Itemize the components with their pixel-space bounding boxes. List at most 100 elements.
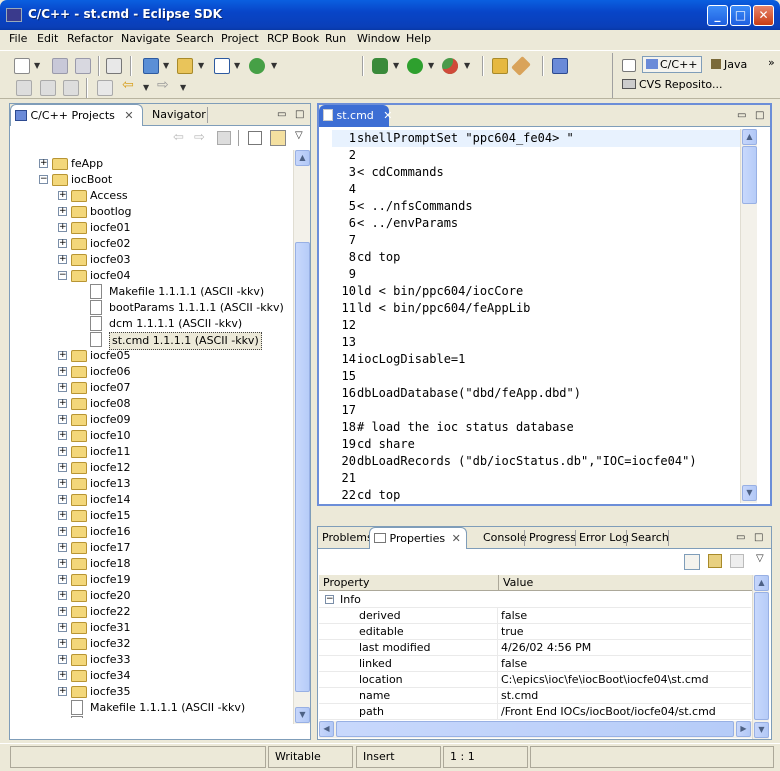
scroll-right-button[interactable]: ▶ (736, 721, 751, 737)
last-edit-icon[interactable] (63, 80, 79, 96)
tree-folder-item[interactable]: − iocfe04 (11, 268, 293, 284)
menu-edit[interactable]: Edit (37, 32, 58, 45)
expand-icon[interactable]: + (58, 591, 67, 600)
tab-navigator[interactable]: Navigator (148, 104, 210, 126)
group-info[interactable]: − Info (319, 592, 751, 608)
scroll-down-button[interactable]: ▼ (754, 722, 769, 738)
scroll-left-button[interactable]: ◀ (319, 721, 334, 737)
properties-horizontal-scrollbar[interactable]: ◀ ▶ (319, 721, 752, 738)
tree-folder-item[interactable]: + Access (11, 188, 293, 204)
new-icon[interactable] (14, 58, 30, 74)
menu-navigate[interactable]: Navigate (121, 32, 170, 45)
binary-icon[interactable] (106, 58, 122, 74)
open-perspective-icon[interactable] (622, 59, 636, 72)
tree-folder-item[interactable]: + iocfe11 (11, 444, 293, 460)
expand-icon[interactable]: + (58, 191, 67, 200)
scroll-up-button[interactable]: ▲ (295, 150, 310, 166)
tree-folder-item[interactable]: + iocfe17 (11, 540, 293, 556)
expand-icon[interactable]: + (58, 463, 67, 472)
tab-progress[interactable]: Progress (525, 527, 580, 549)
tree-folder-item[interactable]: + feApp (11, 156, 293, 172)
next-annotation-icon[interactable] (40, 80, 56, 96)
print-icon[interactable] (75, 58, 91, 74)
tree-folder-item[interactable]: + iocfe34 (11, 668, 293, 684)
column-property[interactable]: Property (319, 575, 499, 591)
minimize-view-icon[interactable]: ▭ (277, 109, 286, 120)
collapse-icon[interactable]: − (325, 595, 334, 604)
menu-file[interactable]: File (9, 32, 27, 45)
dropdown-icon[interactable]: ▼ (271, 61, 277, 70)
collapse-all-icon[interactable] (248, 131, 262, 145)
tab-error-log[interactable]: Error Log (575, 527, 633, 549)
show-advanced-icon[interactable] (708, 554, 722, 568)
expand-icon[interactable]: + (58, 527, 67, 536)
expand-icon[interactable]: + (58, 223, 67, 232)
property-row[interactable]: linked false (319, 656, 751, 672)
property-row[interactable]: location C:\epics\ioc\fe\iocBoot\iocfe04\… (319, 672, 751, 688)
new-cpp-project-icon[interactable] (143, 58, 159, 74)
properties-vertical-scrollbar[interactable]: ▲ ▼ (752, 575, 769, 739)
debug-icon[interactable] (372, 58, 388, 74)
tree-folder-item[interactable]: + iocfe15 (11, 508, 293, 524)
tree-folder-item[interactable]: + iocfe33 (11, 652, 293, 668)
scroll-thumb[interactable] (295, 242, 310, 692)
tree-folder-item[interactable]: + iocfe31 (11, 620, 293, 636)
expand-icon[interactable]: + (58, 559, 67, 568)
tree-folder-item[interactable]: + iocfe06 (11, 364, 293, 380)
tree-file-item[interactable]: envParams 1.1.1.1 (ASCII -kkv) (11, 716, 293, 718)
run-dropdown-icon[interactable]: ▼ (428, 61, 434, 70)
book-icon[interactable] (552, 58, 568, 74)
editor-vertical-scrollbar[interactable]: ▲ ▼ (740, 129, 757, 503)
expand-icon[interactable]: + (58, 383, 67, 392)
prev-annotation-icon[interactable] (16, 80, 32, 96)
tree-folder-item[interactable]: + iocfe16 (11, 524, 293, 540)
open-folder-icon[interactable] (492, 58, 508, 74)
forward-dropdown-icon[interactable]: ▼ (180, 83, 186, 92)
pencil-icon[interactable] (511, 56, 531, 76)
expand-icon[interactable]: + (58, 255, 67, 264)
property-row[interactable]: last modified 4/26/02 4:56 PM (319, 640, 751, 656)
tree-file-item[interactable]: Makefile 1.1.1.1 (ASCII -kkv) (11, 700, 293, 716)
scroll-down-button[interactable]: ▼ (742, 485, 757, 501)
code-editor[interactable]: 1 shellPromptSet "ppc604_fe04> " 2 3 < cdCom… (332, 127, 756, 502)
menu-project[interactable]: Project (221, 32, 259, 45)
restore-default-icon[interactable] (730, 554, 744, 568)
expand-icon[interactable]: + (58, 479, 67, 488)
minimize-button[interactable]: _ (707, 5, 728, 26)
expand-icon[interactable]: + (58, 543, 67, 552)
menu-run[interactable]: Run (325, 32, 346, 45)
tree-folder-item[interactable]: + iocfe20 (11, 588, 293, 604)
close-icon[interactable]: ✕ (383, 109, 392, 122)
tree-folder-item[interactable]: + iocfe09 (11, 412, 293, 428)
expand-icon[interactable]: + (58, 495, 67, 504)
tree-folder-item[interactable]: + iocfe12 (11, 460, 293, 476)
back-icon[interactable]: ⇦ (173, 130, 184, 145)
tab-properties[interactable]: Properties ✕ (369, 527, 467, 549)
tree-folder-item[interactable]: − iocBoot (11, 172, 293, 188)
open-type-icon[interactable] (249, 58, 265, 74)
forward-icon[interactable]: ⇨ (194, 130, 205, 145)
tree-folder-item[interactable]: + iocfe14 (11, 492, 293, 508)
close-icon[interactable]: ✕ (452, 532, 461, 545)
expand-icon[interactable]: + (58, 447, 67, 456)
minimize-editor-icon[interactable]: ▭ (737, 110, 746, 121)
tree-folder-item[interactable]: + iocfe10 (11, 428, 293, 444)
scroll-thumb[interactable] (754, 592, 769, 720)
back-dropdown-icon[interactable]: ▼ (143, 83, 149, 92)
expand-icon[interactable]: + (58, 639, 67, 648)
perspective-java[interactable]: Java (711, 58, 747, 71)
expand-icon[interactable]: + (58, 399, 67, 408)
tree-file-item[interactable]: st.cmd 1.1.1.1 (ASCII -kkv) (11, 332, 293, 350)
tree-file-item[interactable]: bootParams 1.1.1.1 (ASCII -kkv) (11, 300, 293, 316)
new-folder-icon[interactable] (177, 58, 193, 74)
expand-icon[interactable]: + (58, 623, 67, 632)
view-menu-icon[interactable]: ▽ (295, 130, 303, 141)
dropdown-icon[interactable]: ▼ (198, 61, 204, 70)
tab-problems[interactable]: Problems (318, 527, 377, 549)
tree-file-item[interactable]: dcm 1.1.1.1 (ASCII -kkv) (11, 316, 293, 332)
scroll-up-button[interactable]: ▲ (742, 129, 757, 145)
tree-folder-item[interactable]: + iocfe01 (11, 220, 293, 236)
save-icon[interactable] (52, 58, 68, 74)
view-menu-icon[interactable]: ▽ (756, 553, 764, 564)
expand-icon[interactable]: + (58, 655, 67, 664)
